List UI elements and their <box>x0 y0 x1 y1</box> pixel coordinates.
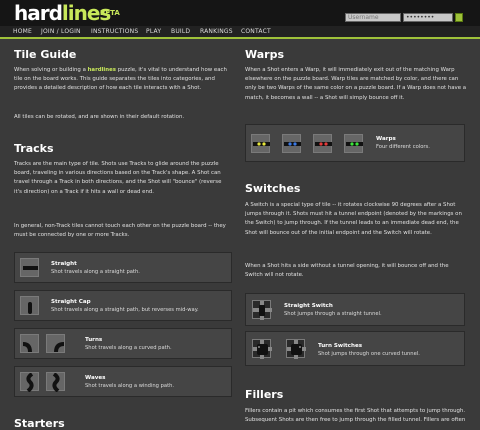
turn-switch-tile-1 <box>252 339 272 359</box>
track-turns-box: Turns Shot travels along a curved path. <box>14 328 232 359</box>
starters-title: Starters <box>14 417 65 430</box>
site-header: hardlines BETA <box>0 0 480 26</box>
fillers-description: Fillers contain a pit which consumes the… <box>245 408 466 424</box>
password-input[interactable] <box>403 13 453 22</box>
beta-badge: BETA <box>100 9 120 17</box>
tile-guide-intro: When solving or building a hardlines puz… <box>14 67 227 92</box>
straight-track-tile <box>20 258 39 277</box>
wave-track-tile-1 <box>20 372 39 392</box>
turn-switch-tile-2 <box>286 339 306 359</box>
warps-box: Warps Four different colors. <box>245 124 465 162</box>
fillers-title: Fillers <box>245 388 284 401</box>
turn-track-tile-2 <box>46 334 65 353</box>
switches-title: Switches <box>245 182 301 195</box>
switches-description: A Switch is a special type of tile -- it… <box>245 202 462 236</box>
turn-switches-box: Turn Switches Shot jumps through one cur… <box>245 331 465 366</box>
nav-rankings[interactable]: RANKINGS <box>200 28 233 35</box>
login-submit-button[interactable] <box>455 13 463 22</box>
tile-guide-title: Tile Guide <box>14 48 77 61</box>
warps-description: When a Shot enters a Warp, it will immed… <box>245 67 467 101</box>
track-straight-cap-box: Straight Cap Shot travels along a straig… <box>14 290 232 321</box>
username-input[interactable] <box>345 13 401 22</box>
straight-switch-box: Straight Switch Shot jumps through a str… <box>245 293 465 326</box>
main-nav: HOME JOIN / LOGIN INSTRUCTIONS PLAY BUIL… <box>0 26 480 39</box>
tracks-title: Tracks <box>14 142 54 155</box>
nav-join-login[interactable]: JOIN / LOGIN <box>41 28 81 35</box>
track-straight-box: Straight Shot travels along a straight p… <box>14 252 232 283</box>
nav-home[interactable]: HOME <box>13 28 32 35</box>
switches-bounce-note: When a Shot hits a side without a tunnel… <box>245 263 449 279</box>
nav-instructions[interactable]: INSTRUCTIONS <box>91 28 138 35</box>
warp-tile-red <box>313 134 332 153</box>
warp-tile-blue <box>282 134 301 153</box>
tile-guide-rotation-note: All tiles can be rotated, and are shown … <box>14 114 185 120</box>
nav-build[interactable]: BUILD <box>171 28 190 35</box>
straight-switch-tile <box>252 300 272 320</box>
straight-cap-track-tile <box>20 296 39 315</box>
warp-tile-yellow <box>251 134 270 153</box>
login-form <box>345 13 463 22</box>
wave-track-tile-2 <box>46 372 65 392</box>
tracks-description: Tracks are the main type of tile. Shots … <box>14 161 222 195</box>
track-waves-box: Waves Shot travels along a winding path. <box>14 366 232 397</box>
tracks-connection-note: In general, non-Track tiles cannot touch… <box>14 223 226 239</box>
nav-contact[interactable]: CONTACT <box>241 28 271 35</box>
turn-track-tile-1 <box>20 334 39 353</box>
warp-tile-green <box>344 134 363 153</box>
site-logo[interactable]: hardlines BETA <box>14 3 120 23</box>
nav-play[interactable]: PLAY <box>146 28 161 35</box>
warps-title: Warps <box>245 48 285 61</box>
